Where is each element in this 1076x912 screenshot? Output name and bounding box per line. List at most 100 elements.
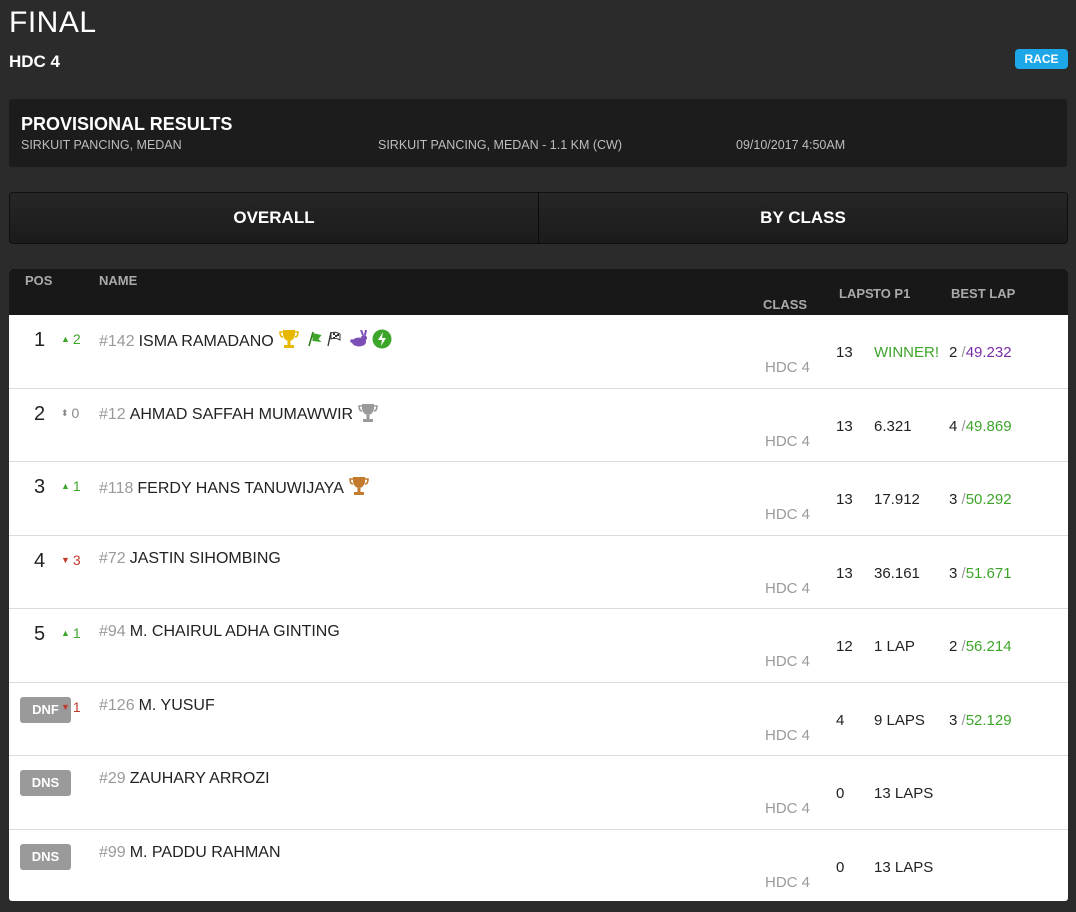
column-laps[interactable]: LAPS — [839, 286, 874, 301]
position-change-value: 1 — [72, 698, 81, 715]
triangle-up-icon: ▲ — [61, 481, 70, 491]
gap-to-p1: 1 LAP — [874, 638, 915, 655]
best-lap: 3 /51.671 — [949, 565, 1012, 582]
column-name[interactable]: NAME — [99, 273, 137, 288]
checkered-flag-icon — [326, 331, 342, 352]
class-label: HDC 4 — [765, 800, 811, 817]
results-tabs: OVERALL BY CLASS — [9, 192, 1068, 244]
separator: / — [957, 491, 966, 508]
driver-name[interactable]: JASTIN SIHOMBING — [130, 550, 281, 568]
car-number: #72 — [99, 549, 126, 567]
up-down-arrows-icon: ⬍ — [61, 407, 69, 418]
table-header: POS NAME CLASS LAPS TO P1 BEST LAP — [9, 269, 1068, 315]
gap-to-p1: WINNER! — [874, 344, 939, 361]
driver-awards — [357, 403, 379, 428]
driver-name[interactable]: M. PADDU RAHMAN — [130, 844, 281, 862]
column-best-lap[interactable]: BEST LAP — [951, 286, 1015, 301]
status-badge: DNS — [20, 843, 71, 870]
table-row[interactable]: 5 ▲ 1 #94 M. CHAIRUL ADHA GINTING HDC 4 12 1 LA… — [9, 609, 1068, 683]
class-label: HDC 4 — [765, 873, 811, 891]
tab-overall[interactable]: OVERALL — [10, 193, 538, 243]
best-lap: 3 /52.129 — [949, 712, 1012, 729]
driver-name-cell[interactable]: #72 JASTIN SIHOMBING — [99, 550, 281, 568]
best-lap: 3 /50.292 — [949, 491, 1012, 508]
table-row[interactable]: 4 ▼ 3 #72 JASTIN SIHOMBING HDC 4 13 36.161 3 /51… — [9, 536, 1068, 609]
laps-count: 13 — [836, 344, 853, 361]
lightning-icon — [372, 329, 392, 354]
driver-name[interactable]: FERDY HANS TANUWIJAYA — [137, 480, 344, 498]
table-row[interactable]: 3 ▲ 1 #118 FERDY HANS TANUWIJAYA HDC 4 13 17.91… — [9, 462, 1068, 536]
class-label: HDC 4 — [765, 579, 811, 597]
track-info: SIRKUIT PANCING, MEDAN - 1.1 KM (CW) — [378, 138, 623, 152]
table-row[interactable]: 2 ⬍ 0 #12 AHMAD SAFFAH MUMAWWIR HDC 4 13 6.321 4… — [9, 389, 1068, 462]
driver-name[interactable]: M. CHAIRUL ADHA GINTING — [130, 623, 340, 641]
car-number: #94 — [99, 623, 126, 640]
best-lap-time: 52.129 — [965, 711, 1012, 729]
driver-name-cell[interactable]: #118 FERDY HANS TANUWIJAYA — [99, 476, 370, 501]
session-type-badge: RACE — [1015, 49, 1068, 69]
driver-name[interactable]: ZAUHARY ARROZI — [130, 770, 270, 788]
position-change: ⬍ 0 — [61, 405, 79, 421]
gap-to-p1: 17.912 — [874, 491, 920, 508]
class-subtitle: HDC 4 — [9, 52, 61, 71]
driver-name-cell[interactable]: #94 M. CHAIRUL ADHA GINTING — [99, 623, 340, 641]
car-number: #12 — [99, 406, 126, 423]
position-change: ▼ 1 — [61, 699, 81, 715]
car-number: #118 — [99, 479, 134, 497]
driver-name-cell[interactable]: #126 M. YUSUF — [99, 697, 215, 715]
position-change-value: 3 — [72, 551, 81, 568]
triangle-up-icon: ▲ — [61, 628, 70, 638]
best-lap-time: 56.214 — [965, 638, 1012, 655]
table-row[interactable]: DNS #29 ZAUHARY ARROZI HDC 4 0 13 LAPS — [9, 756, 1068, 830]
triangle-down-icon: ▼ — [61, 701, 70, 712]
page-title: FINAL — [9, 6, 97, 39]
best-lap-time: 51.671 — [965, 564, 1012, 582]
gap-to-p1: 36.161 — [874, 564, 920, 582]
column-class[interactable]: CLASS — [763, 297, 807, 312]
position-change: ▼ 3 — [61, 552, 81, 568]
driver-awards — [278, 329, 392, 354]
best-lap: 4 /49.869 — [949, 418, 1012, 435]
class-label: HDC 4 — [765, 432, 811, 450]
driver-name[interactable]: M. YUSUF — [139, 697, 215, 715]
car-number: #126 — [99, 696, 135, 714]
gold-trophy-icon — [278, 329, 300, 354]
best-lap-time: 50.292 — [965, 491, 1012, 508]
car-number: #99 — [99, 843, 126, 861]
driver-name-cell[interactable]: #29 ZAUHARY ARROZI — [99, 770, 270, 788]
laps-count: 12 — [836, 638, 853, 655]
rabbit-icon — [349, 329, 369, 353]
gap-to-p1: 6.321 — [874, 417, 912, 435]
event-location: SIRKUIT PANCING, MEDAN — [21, 138, 182, 152]
silver-trophy-icon — [357, 403, 379, 428]
column-to-p1[interactable]: TO P1 — [873, 286, 910, 301]
driver-name-cell[interactable]: #99 M. PADDU RAHMAN — [99, 844, 281, 862]
car-number: #142 — [99, 332, 135, 350]
position-change: ▲ 1 — [61, 478, 81, 494]
position-change-value: 2 — [72, 331, 81, 347]
driver-name[interactable]: AHMAD SAFFAH MUMAWWIR — [130, 406, 353, 424]
results-table: POS NAME CLASS LAPS TO P1 BEST LAP 1 ▲ 2 #1… — [9, 269, 1068, 901]
column-pos[interactable]: POS — [25, 273, 52, 288]
best-lap-time: 49.869 — [965, 417, 1012, 435]
table-row[interactable]: DNF ▼ 1 #126 M. YUSUF HDC 449 LAPS 3 /52.129 — [9, 683, 1068, 756]
triangle-up-icon: ▲ — [61, 334, 70, 344]
laps-count: 4 — [836, 711, 845, 729]
provisional-results-panel: PROVISIONAL RESULTS SIRKUIT PANCING, MED… — [9, 99, 1067, 167]
provisional-results-title: PROVISIONAL RESULTS — [21, 114, 233, 134]
car-number: #29 — [99, 770, 126, 787]
laps-count: 0 — [836, 858, 845, 876]
driver-name-cell[interactable]: #142 ISMA RAMADANO — [99, 329, 392, 354]
separator: / — [957, 344, 966, 361]
tab-by-class[interactable]: BY CLASS — [538, 193, 1067, 243]
separator: / — [957, 417, 966, 435]
separator: / — [957, 711, 966, 729]
driver-name-cell[interactable]: #12 AHMAD SAFFAH MUMAWWIR — [99, 403, 379, 428]
table-row[interactable]: DNS #99 M. PADDU RAHMAN HDC 4 0 13 LAPS — [9, 830, 1068, 902]
driver-name[interactable]: ISMA RAMADANO — [139, 333, 274, 351]
position-change-value: 1 — [72, 478, 81, 494]
table-row[interactable]: 1 ▲ 2 #142 ISMA RAMADANO HDC 4 13 WINNER! 2 /49.… — [9, 315, 1068, 389]
gap-to-p1: 13 LAPS — [874, 858, 934, 876]
class-label: HDC 4 — [765, 653, 811, 670]
gap-to-p1: 9 LAPS — [874, 711, 925, 729]
